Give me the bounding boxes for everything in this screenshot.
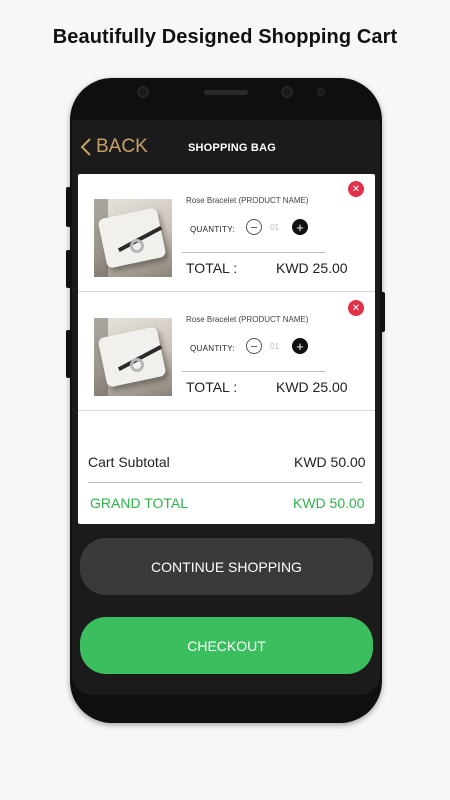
quantity-label: QUANTITY: <box>190 344 235 353</box>
page-title: SHOPPING BAG <box>188 142 276 154</box>
phone-side-button <box>66 187 71 227</box>
back-button[interactable]: BACK <box>80 136 148 158</box>
increase-quantity-button[interactable]: + <box>292 219 308 235</box>
phone-speaker <box>204 90 248 95</box>
quantity-value: 01 <box>270 342 279 351</box>
continue-shopping-button[interactable]: CONTINUE SHOPPING <box>80 538 373 595</box>
close-icon: ✕ <box>351 302 361 314</box>
cart-card: Rose Bracelet (PRODUCT NAME) QUANTITY: −… <box>78 174 375 524</box>
grand-total-label: GRAND TOTAL <box>90 495 189 511</box>
plus-icon: + <box>296 338 304 354</box>
item-total-label: TOTAL : <box>186 379 238 395</box>
cart-item: Rose Bracelet (PRODUCT NAME) QUANTITY: −… <box>78 174 375 292</box>
item-total-label: TOTAL : <box>186 260 238 276</box>
quantity-value: 01 <box>270 223 279 232</box>
product-name: Rose Bracelet (PRODUCT NAME) <box>186 196 309 205</box>
product-image <box>94 318 172 396</box>
increase-quantity-button[interactable]: + <box>292 338 308 354</box>
divider <box>88 482 362 483</box>
item-total-value: KWD 25.00 <box>276 260 348 276</box>
decrease-quantity-button[interactable]: − <box>246 338 262 354</box>
phone-power-button <box>380 292 385 332</box>
remove-item-button[interactable]: ✕ <box>348 300 364 316</box>
phone-side-button <box>66 250 71 288</box>
phone-camera <box>281 86 293 98</box>
chevron-left-icon <box>80 138 91 156</box>
phone-camera <box>137 86 149 98</box>
grand-total-value: KWD 50.00 <box>293 495 365 511</box>
minus-icon: − <box>250 338 258 354</box>
close-icon: ✕ <box>351 183 361 195</box>
phone-side-button <box>66 330 71 378</box>
promo-headline: Beautifully Designed Shopping Cart <box>52 26 398 48</box>
cart-item: Rose Bracelet (PRODUCT NAME) QUANTITY: −… <box>78 293 375 411</box>
minus-icon: − <box>250 219 258 235</box>
decrease-quantity-button[interactable]: − <box>246 219 262 235</box>
phone-sensor <box>317 88 325 96</box>
plus-icon: + <box>296 219 304 235</box>
subtotal-label: Cart Subtotal <box>88 454 170 470</box>
app-screen: BACK SHOPPING BAG Rose Bracelet (PRODUCT… <box>72 120 380 695</box>
remove-item-button[interactable]: ✕ <box>348 181 364 197</box>
divider <box>182 252 325 253</box>
divider <box>182 371 325 372</box>
item-total-value: KWD 25.00 <box>276 379 348 395</box>
subtotal-value: KWD 50.00 <box>294 454 366 470</box>
product-name: Rose Bracelet (PRODUCT NAME) <box>186 315 309 324</box>
quantity-label: QUANTITY: <box>190 225 235 234</box>
checkout-button[interactable]: CHECKOUT <box>80 617 373 674</box>
back-label: BACK <box>96 136 148 157</box>
product-image <box>94 199 172 277</box>
